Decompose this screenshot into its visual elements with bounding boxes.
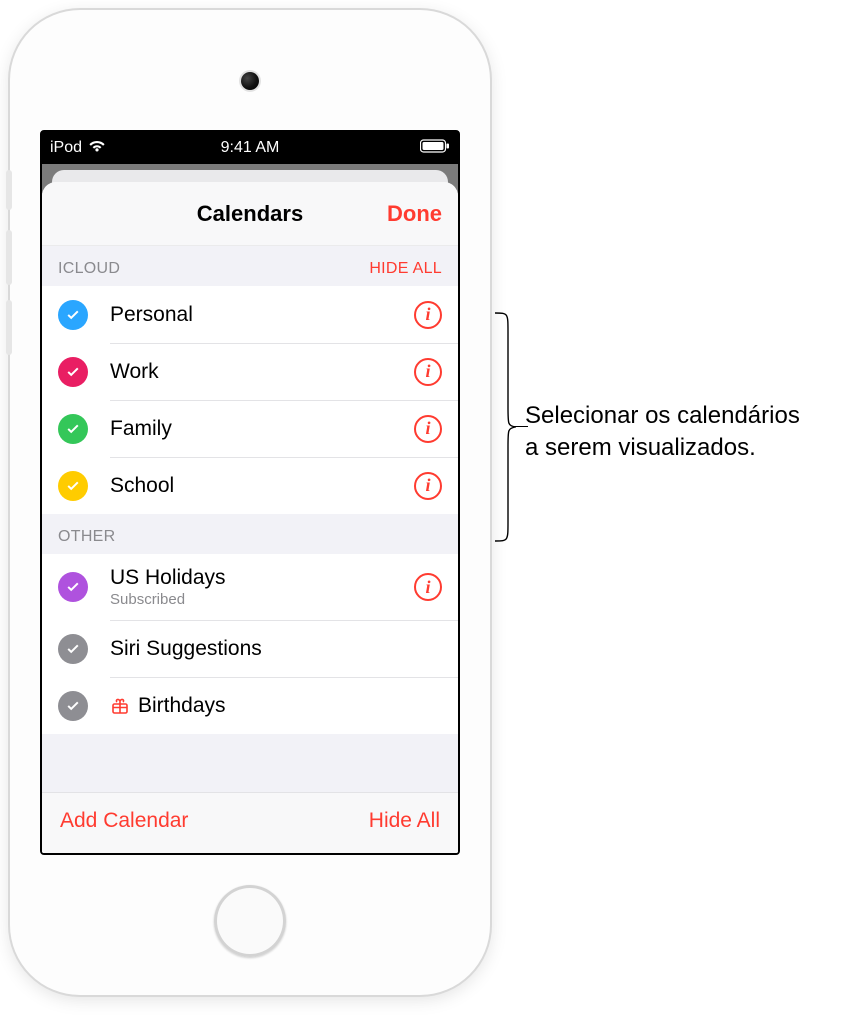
section-header-other: OTHER	[42, 514, 458, 554]
info-icon[interactable]: i	[414, 301, 442, 329]
other-calendar-list: US Holidays Subscribed i Siri Suggestion…	[42, 554, 458, 734]
calendar-label: Siri Suggestions	[110, 637, 442, 661]
hide-all-icloud-button[interactable]: HIDE ALL	[369, 260, 442, 278]
status-bar: iPod 9:41 AM	[42, 132, 458, 164]
front-camera	[241, 72, 259, 90]
calendar-row-school[interactable]: School i	[42, 457, 458, 514]
calendar-row-personal[interactable]: Personal i	[42, 286, 458, 343]
battery-icon	[420, 139, 450, 158]
calendar-label-group: US Holidays Subscribed	[110, 566, 414, 608]
checkmark-icon[interactable]	[58, 634, 88, 664]
section-title: ICLOUD	[58, 260, 120, 278]
calendar-row-us-holidays[interactable]: US Holidays Subscribed i	[42, 554, 458, 620]
checkmark-icon[interactable]	[58, 300, 88, 330]
gift-icon	[110, 696, 130, 716]
calendar-row-family[interactable]: Family i	[42, 400, 458, 457]
sheet-backdrop: Calendars Done ICLOUD HIDE ALL Persona	[42, 164, 458, 853]
section-title: OTHER	[58, 528, 116, 546]
info-icon[interactable]: i	[414, 573, 442, 601]
info-icon[interactable]: i	[414, 358, 442, 386]
checkmark-icon[interactable]	[58, 357, 88, 387]
volume-up-button	[6, 230, 12, 285]
calendar-label: Birthdays	[138, 694, 226, 718]
hide-all-button[interactable]: Hide All	[369, 809, 440, 833]
calendar-label: US Holidays	[110, 566, 414, 590]
volume-down-button	[6, 300, 12, 355]
section-header-icloud: ICLOUD HIDE ALL	[42, 246, 458, 286]
sheet-footer: Add Calendar Hide All	[42, 792, 458, 853]
carrier-label: iPod	[50, 139, 82, 157]
checkmark-icon[interactable]	[58, 691, 88, 721]
wifi-icon	[88, 139, 106, 158]
sheet-header: Calendars Done	[42, 182, 458, 246]
calendar-sublabel: Subscribed	[110, 591, 414, 608]
calendars-sheet: Calendars Done ICLOUD HIDE ALL Persona	[42, 182, 458, 853]
sheet-title: Calendars	[197, 201, 303, 227]
calendar-label: School	[110, 474, 414, 498]
calendar-label: Work	[110, 360, 414, 384]
callout-line1: Selecionar os calendários	[525, 400, 800, 432]
icloud-calendar-list: Personal i Work i	[42, 286, 458, 514]
sheet-body[interactable]: ICLOUD HIDE ALL Personal i	[42, 246, 458, 792]
calendar-row-birthdays[interactable]: Birthdays	[42, 677, 458, 734]
home-button[interactable]	[214, 885, 286, 957]
callout-line2: a serem visualizados.	[525, 432, 800, 464]
calendar-label-group: Birthdays	[110, 694, 442, 718]
done-button[interactable]: Done	[387, 201, 442, 227]
checkmark-icon[interactable]	[58, 414, 88, 444]
add-calendar-button[interactable]: Add Calendar	[60, 809, 188, 833]
info-icon[interactable]: i	[414, 472, 442, 500]
checkmark-icon[interactable]	[58, 471, 88, 501]
calendar-row-work[interactable]: Work i	[42, 343, 458, 400]
callout-text: Selecionar os calendários a serem visual…	[525, 400, 800, 465]
calendar-label: Family	[110, 417, 414, 441]
callout-bracket	[494, 312, 516, 542]
device-frame: iPod 9:41 AM Calendars Done	[10, 10, 490, 995]
info-icon[interactable]: i	[414, 415, 442, 443]
mute-switch	[6, 170, 12, 210]
checkmark-icon[interactable]	[58, 572, 88, 602]
calendar-row-siri-suggestions[interactable]: Siri Suggestions	[42, 620, 458, 677]
calendar-label: Personal	[110, 303, 414, 327]
screen: iPod 9:41 AM Calendars Done	[40, 130, 460, 855]
